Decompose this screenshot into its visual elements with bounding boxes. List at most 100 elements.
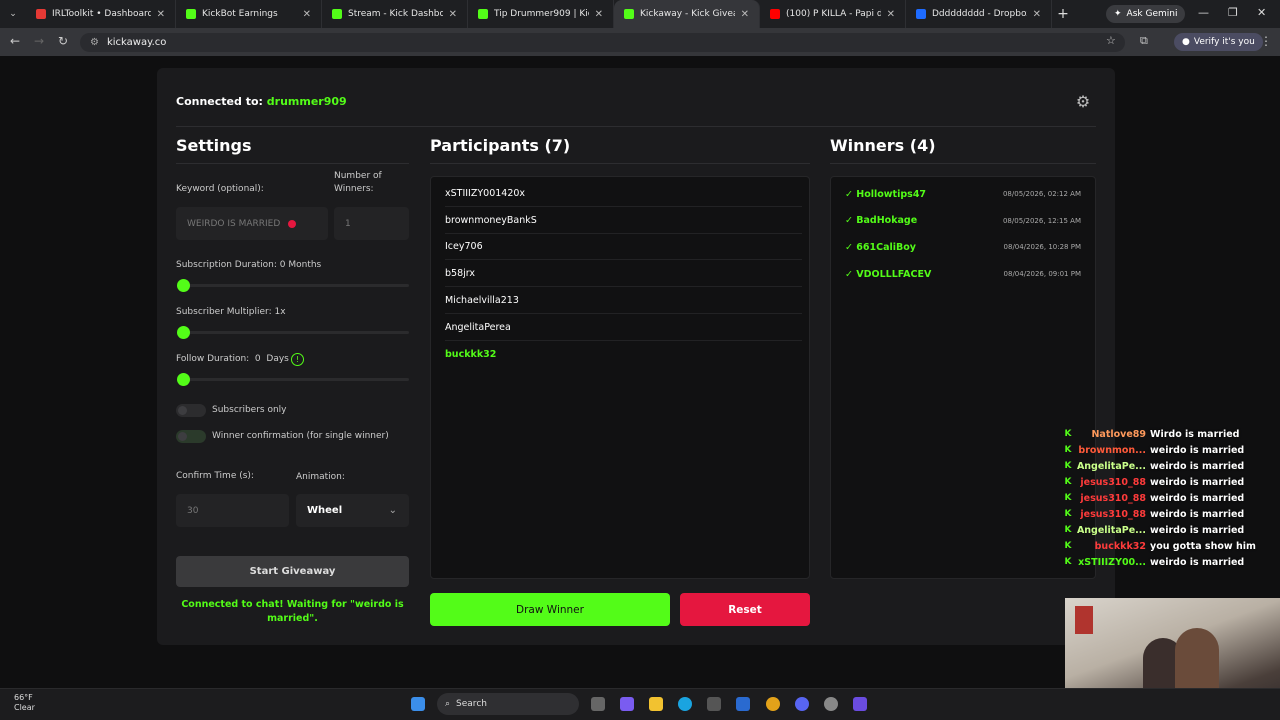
weather-widget[interactable]: 66°F Clear <box>14 693 35 713</box>
site-info-icon[interactable]: ⚙ <box>90 37 99 48</box>
close-tab-icon[interactable]: ✕ <box>449 9 457 20</box>
participant-row: brownmoneyBankS <box>445 208 802 234</box>
winner-date: 08/04/2026, 10:28 PM <box>1003 243 1081 252</box>
tab-favicon-icon <box>624 9 634 19</box>
chat-username: xSTIIIZY00... <box>1078 556 1146 568</box>
browser-tab[interactable]: KickBot Earnings ✕ <box>176 0 322 28</box>
kick-badge-icon: K <box>1064 509 1072 519</box>
bookmark-star-icon[interactable]: ☆ <box>1106 34 1116 47</box>
browser-tab[interactable]: Stream - Kick Dashboard✕ <box>322 0 468 28</box>
new-tab-button[interactable]: + <box>1052 6 1074 22</box>
winner-date: 08/04/2026, 09:01 PM <box>1003 270 1081 279</box>
header-divider <box>176 126 1096 127</box>
browser-tab[interactable]: Kickaway - Kick Giveaway✕ <box>614 0 760 28</box>
winner-row: ✓ Hollowtips47 08/05/2026, 02:12 AM <box>845 181 1081 207</box>
chat-text: Wirdo is married <box>1150 428 1240 440</box>
file-explorer-icon[interactable] <box>649 697 663 711</box>
chat-message: K AngelitaPe... weirdo is married <box>1060 458 1280 474</box>
confirm-time-input[interactable]: 30 <box>176 494 289 527</box>
reset-button[interactable]: Reset <box>680 593 810 626</box>
animation-select[interactable]: Wheel ⌄ <box>296 494 409 527</box>
chat-message: Kjesus310_88 weirdo is married <box>1060 490 1280 506</box>
chat-message: Kjesus310_88 weirdo is married <box>1060 474 1280 490</box>
keyword-input[interactable]: WEIRDO IS MARRIED <box>176 207 328 240</box>
gear-icon[interactable]: ⚙ <box>1073 92 1093 112</box>
winner-confirmation-label: Winner confirmation (for single winner) <box>212 431 389 441</box>
chat-message: Kjesus310_88 weirdo is married <box>1060 506 1280 522</box>
browser-tab[interactable]: (100) P KILLA - Papi dame✕ <box>760 0 906 28</box>
store-icon[interactable] <box>707 697 721 711</box>
copilot-icon[interactable] <box>620 697 634 711</box>
edge-icon[interactable] <box>678 697 692 711</box>
chat-text: weirdo is married <box>1150 492 1245 504</box>
task-view-icon[interactable] <box>591 697 605 711</box>
reload-icon[interactable]: ↻ <box>58 34 68 48</box>
participant-row: Michaelvilla213 <box>445 288 802 314</box>
chevron-down-icon: ⌄ <box>388 505 397 516</box>
wall-poster <box>1075 606 1093 634</box>
winner-row: ✓ 661CaliBoy 08/04/2026, 10:28 PM <box>845 234 1081 260</box>
taskbar-search[interactable]: ⌕ Search <box>437 693 579 715</box>
kick-badge-icon: K <box>1064 541 1072 551</box>
close-tab-icon[interactable]: ✕ <box>1033 9 1041 20</box>
draw-winner-button[interactable]: Draw Winner <box>430 593 670 626</box>
extensions-icon[interactable]: ⧉ <box>1140 34 1148 48</box>
minimize-icon[interactable]: — <box>1198 6 1209 19</box>
kick-badge-icon: K <box>1064 557 1072 567</box>
slider-handle[interactable] <box>177 279 190 292</box>
ask-gemini-button[interactable]: ✦ Ask Gemini <box>1106 5 1186 23</box>
slider-handle[interactable] <box>177 326 190 339</box>
participants-title: Participants (7) <box>430 136 571 155</box>
participant-row: b58jrx <box>445 261 802 288</box>
kick-badge-icon: K <box>1064 525 1072 535</box>
close-tab-icon[interactable]: ✕ <box>595 9 603 20</box>
back-icon[interactable]: ← <box>10 34 20 48</box>
chrome-icon[interactable] <box>766 697 780 711</box>
tab-search-icon[interactable]: ⌄ <box>0 9 26 19</box>
forward-icon[interactable]: → <box>34 34 44 48</box>
close-tab-icon[interactable]: ✕ <box>303 9 311 20</box>
winners-label: Number of Winners: <box>334 171 382 194</box>
close-tab-icon[interactable]: ✕ <box>157 9 165 20</box>
start-giveaway-button[interactable]: Start Giveaway <box>176 556 409 587</box>
subscription-duration-slider[interactable] <box>177 279 409 292</box>
chat-text: you gotta show him <box>1150 540 1256 552</box>
url-field[interactable]: ⚙ kickaway.co <box>80 33 1125 52</box>
browser-tab[interactable]: Tip Drummer909 | KickBot✕ <box>468 0 614 28</box>
clear-keyword-icon[interactable] <box>288 219 297 228</box>
winners-count-input[interactable]: 1 <box>334 207 409 240</box>
app-icon[interactable] <box>853 697 867 711</box>
browser-tab-bar: ⌄ IRLToolkit • Dashboard ✕ KickBot Earning… <box>0 0 1280 28</box>
menu-icon[interactable]: ⋮ <box>1260 34 1272 48</box>
chat-message: K Natlove89 Wirdo is married <box>1060 426 1280 442</box>
browser-tab[interactable]: Ddddddddd - Dropbox ✕ <box>906 0 1052 28</box>
kick-badge-icon: K <box>1064 429 1072 439</box>
chat-username: Natlove89 <box>1091 428 1146 440</box>
winner-name: ✓ Hollowtips47 <box>845 188 927 200</box>
discord-icon[interactable] <box>795 697 809 711</box>
tab-favicon-icon <box>36 9 46 19</box>
chat-text: weirdo is married <box>1150 508 1245 520</box>
winner-confirmation-toggle[interactable] <box>176 430 206 443</box>
close-icon[interactable]: ✕ <box>1257 6 1266 19</box>
info-icon[interactable]: ! <box>291 353 304 366</box>
close-tab-icon[interactable]: ✕ <box>887 9 895 20</box>
subscribers-only-toggle[interactable] <box>176 404 206 417</box>
follow-duration-label: Follow Duration: 0 Days <box>176 354 289 364</box>
participant-row: AngelitaPerea <box>445 315 802 341</box>
chat-username: AngelitaPe... <box>1076 524 1146 536</box>
chat-username: buckkk32 <box>1094 540 1146 552</box>
mail-icon[interactable] <box>736 697 750 711</box>
windows-start-icon[interactable] <box>411 697 425 711</box>
browser-tab[interactable]: IRLToolkit • Dashboard ✕ <box>26 0 176 28</box>
close-tab-icon[interactable]: ✕ <box>741 9 749 20</box>
maximize-icon[interactable]: ❐ <box>1228 6 1238 19</box>
subscriber-multiplier-slider[interactable] <box>177 326 409 339</box>
verify-profile-button[interactable]: ● Verify it's you <box>1174 33 1263 51</box>
taskbar <box>0 688 1280 720</box>
subscription-duration-label: Subscription Duration: 0 Months <box>176 260 322 270</box>
winner-date: 08/05/2026, 02:12 AM <box>1002 190 1081 198</box>
settings-app-icon[interactable] <box>824 697 838 711</box>
follow-duration-slider[interactable] <box>177 373 409 386</box>
slider-handle[interactable] <box>177 373 190 386</box>
